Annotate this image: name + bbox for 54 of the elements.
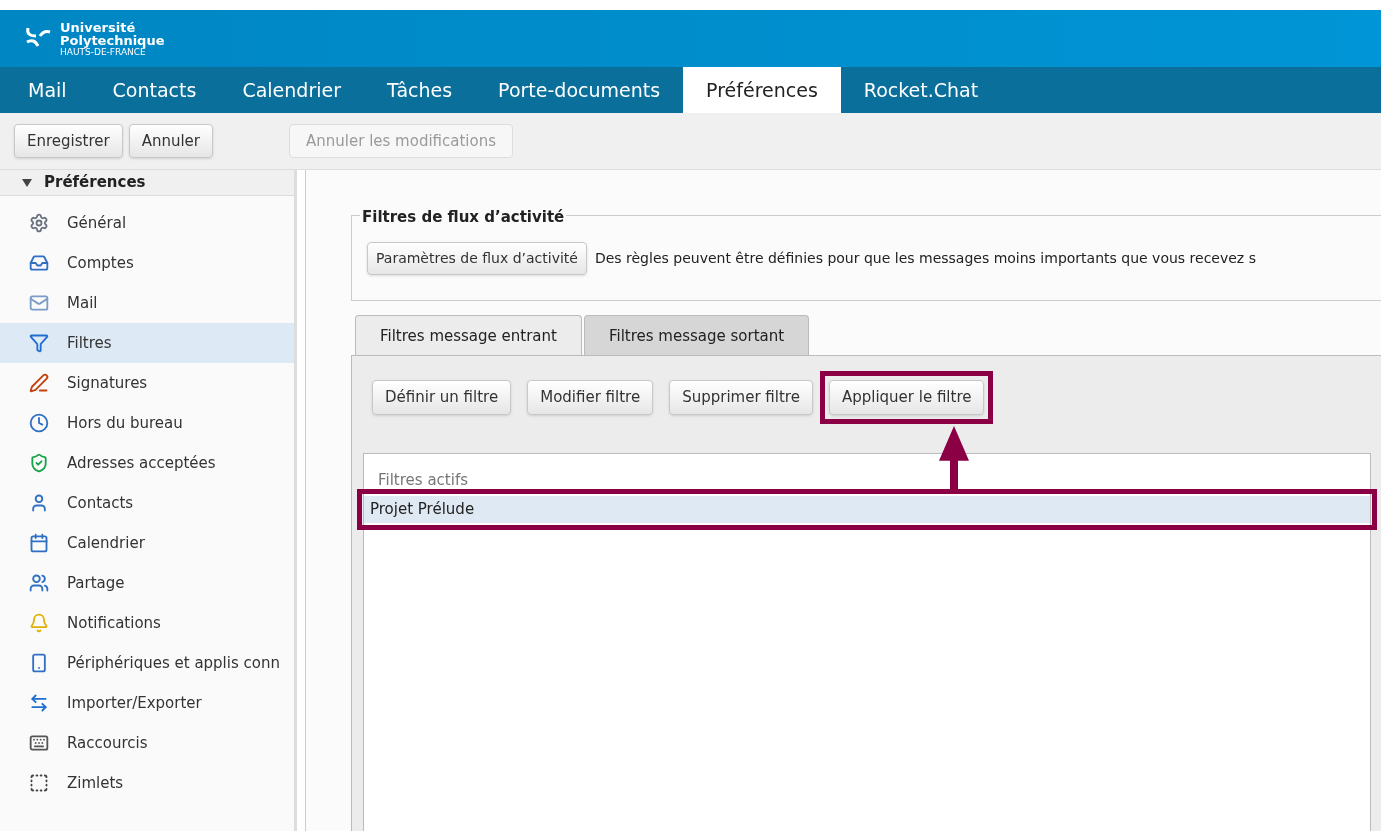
- activity-settings-button[interactable]: Paramètres de flux d’activité: [367, 242, 587, 275]
- app-tab[interactable]: Calendrier: [219, 67, 364, 113]
- triangle-icon: [22, 177, 32, 188]
- person-icon: [29, 493, 49, 513]
- inbox-icon: [29, 253, 49, 273]
- gear-icon: [29, 213, 49, 233]
- sidebar-item[interactable]: Contacts: [0, 483, 294, 523]
- filter-action-button[interactable]: Définir un filtre: [372, 380, 512, 415]
- filter-icon: [29, 333, 49, 353]
- people-icon: [29, 573, 49, 593]
- sidebar-item[interactable]: Hors du bureau: [0, 403, 294, 443]
- app-tab[interactable]: Préférences: [683, 67, 841, 113]
- envelope-icon: [29, 293, 49, 313]
- pen-icon: [29, 373, 49, 393]
- toolbar-button[interactable]: Annuler: [128, 123, 214, 159]
- app-tab[interactable]: Tâches: [364, 67, 476, 113]
- filter-action-button[interactable]: Appliquer le filtre: [828, 380, 985, 415]
- filter-action-button[interactable]: Modifier filtre: [527, 380, 654, 415]
- logo-text: Polytechnique: [60, 33, 165, 47]
- app-tab[interactable]: Contacts: [89, 67, 220, 113]
- description-text: Des règles peuvent être définies pour que les messages moins importants que vous recevez s: [594, 249, 1256, 268]
- sidebar-item[interactable]: Importer/Exporter: [0, 683, 294, 723]
- filter-row[interactable]: Projet Prélude: [364, 495, 1370, 523]
- sidebar-item[interactable]: Zimlets: [0, 763, 294, 803]
- sidebar-item[interactable]: Périphériques et applis conn: [0, 643, 294, 683]
- sidebar-item[interactable]: Comptes: [0, 243, 294, 283]
- list-header: Filtres actifs: [378, 470, 468, 491]
- sidebar-item[interactable]: Signatures: [0, 363, 294, 403]
- filter-tab[interactable]: Filtres message entrant: [355, 315, 582, 356]
- shield-icon: [29, 453, 49, 473]
- calendar-icon: [29, 533, 49, 553]
- sidebar-item[interactable]: Partage: [0, 563, 294, 603]
- filter-action-button[interactable]: Supprimer filtre: [669, 380, 813, 415]
- clock-icon: [29, 413, 49, 433]
- logo-text: Université: [60, 20, 137, 34]
- app-tab[interactable]: Rocket.Chat: [840, 67, 1002, 113]
- square-icon: [29, 773, 49, 793]
- sidebar-item[interactable]: Mail: [0, 283, 294, 323]
- app-tab[interactable]: Porte-documents: [475, 67, 684, 113]
- filter-tab[interactable]: Filtres message sortant: [583, 315, 810, 356]
- sidebar-item[interactable]: Calendrier: [0, 523, 294, 563]
- sidebar-item[interactable]: Notifications: [0, 603, 294, 643]
- sidebar-item[interactable]: Raccourcis: [0, 723, 294, 763]
- sidebar-item[interactable]: Adresses acceptées: [0, 443, 294, 483]
- bell-icon: [29, 613, 49, 633]
- keyboard-icon: [29, 733, 49, 753]
- sidebar-item[interactable]: Général: [0, 203, 294, 243]
- sidebar-item[interactable]: Filtres: [0, 323, 294, 363]
- phone-icon: [29, 653, 49, 673]
- app-tab[interactable]: Mail: [5, 67, 90, 113]
- logo-subtitle: HAUTS-DE-FRANCE: [60, 47, 146, 57]
- sidebar-header[interactable]: Préférences: [0, 170, 294, 196]
- toolbar-button[interactable]: Enregistrer: [14, 123, 123, 159]
- arrows-icon: [29, 693, 49, 713]
